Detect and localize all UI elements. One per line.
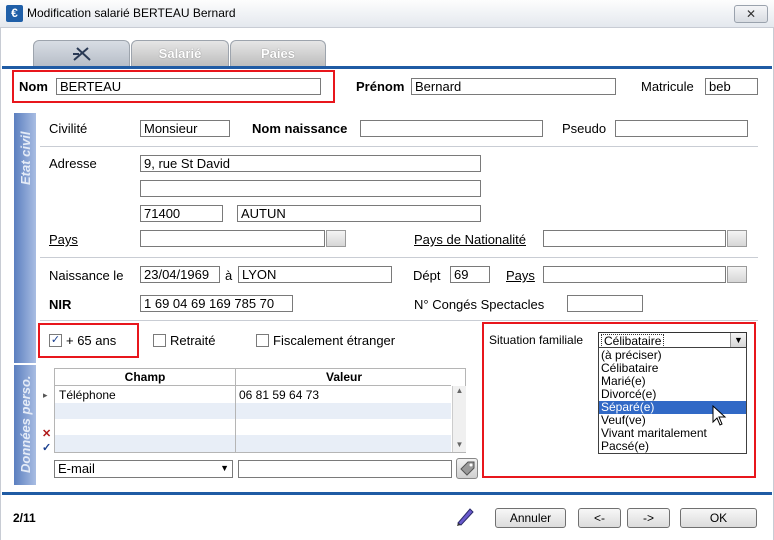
previous-button[interactable]: <-: [578, 508, 621, 528]
matricule-label: Matricule: [641, 79, 694, 94]
table-row[interactable]: [55, 403, 235, 419]
adresse-label: Adresse: [49, 156, 97, 171]
a-label: à: [225, 268, 233, 283]
table-row[interactable]: [55, 435, 235, 452]
plus65-label: + 65 ans: [66, 333, 117, 348]
fiscal-etranger-checkbox[interactable]: [256, 334, 269, 347]
record-counter: 2/11: [13, 511, 36, 525]
situation-dropdown-list[interactable]: (à préciser) Célibataire Marié(e) Divorc…: [598, 347, 747, 454]
nom-label: Nom: [19, 79, 48, 94]
prenom-field[interactable]: Bernard: [411, 78, 616, 95]
ville-field[interactable]: AUTUN: [237, 205, 481, 222]
situation-selected-value: Célibataire: [601, 334, 665, 348]
grid-header-valeur[interactable]: Valeur: [236, 370, 452, 384]
adresse-line2-field[interactable]: [140, 180, 481, 197]
grid-cell-champ[interactable]: Téléphone: [59, 388, 116, 402]
conges-spectacles-label: N° Congés Spectacles: [414, 297, 545, 312]
dept-label: Dépt: [413, 268, 441, 283]
adresse-line1-field[interactable]: 9, rue St David: [140, 155, 481, 172]
plus65-checkbox[interactable]: ✓: [49, 334, 62, 347]
chevron-down-icon[interactable]: ▼: [730, 333, 746, 347]
dept-field[interactable]: 69: [450, 266, 490, 283]
donnees-sidebar: Données perso.: [14, 365, 36, 485]
nom-field[interactable]: BERTEAU: [56, 78, 321, 95]
pen-icon[interactable]: [454, 505, 476, 527]
tab-salarie[interactable]: Salarié: [131, 40, 229, 66]
donnees-grid[interactable]: Champ Valeur Téléphone 06 81 59 64 73 ▲ …: [54, 368, 466, 453]
divider: [40, 146, 758, 147]
dropdown-option[interactable]: Pacsé(e): [599, 440, 746, 453]
pays-lookup-button[interactable]: [326, 230, 346, 247]
civilite-field[interactable]: Monsieur: [140, 120, 230, 137]
pseudo-field[interactable]: [615, 120, 748, 137]
naissance-date-field[interactable]: 23/04/1969: [140, 266, 220, 283]
situation-select[interactable]: Célibataire ▼: [598, 332, 747, 348]
field-type-value: E-mail: [58, 461, 95, 476]
table-row[interactable]: [55, 419, 235, 435]
fiscal-etranger-label: Fiscalement étranger: [273, 333, 396, 348]
nir-label: NIR: [49, 297, 72, 312]
civilite-label: Civilité: [49, 121, 88, 136]
tab-tools[interactable]: [33, 40, 130, 66]
pays-nationalite-link[interactable]: Pays de Nationalité: [414, 232, 526, 247]
tab-paies[interactable]: Paies: [230, 40, 326, 66]
field-type-select[interactable]: E-mail ▼: [54, 460, 233, 478]
grid-scrollbar[interactable]: ▲ ▼: [452, 386, 466, 452]
chevron-down-icon: ▼: [220, 463, 229, 473]
prenom-label: Prénom: [356, 79, 405, 94]
grid-cell-valeur[interactable]: 06 81 59 64 73: [239, 388, 319, 402]
conges-spectacles-field[interactable]: [567, 295, 643, 312]
pseudo-label: Pseudo: [562, 121, 607, 136]
table-row[interactable]: Téléphone 06 81 59 64 73: [55, 386, 451, 403]
grid-header-champ[interactable]: Champ: [55, 370, 235, 384]
close-button[interactable]: ✕: [734, 5, 768, 23]
next-button[interactable]: ->: [627, 508, 670, 528]
field-value-input[interactable]: [238, 460, 452, 478]
divider: [40, 257, 758, 258]
pays-naissance-lookup-button[interactable]: [727, 266, 747, 283]
nom-naissance-label: Nom naissance: [252, 121, 348, 136]
nir-field[interactable]: 1 69 04 69 169 785 70: [140, 295, 293, 312]
ok-button[interactable]: OK: [680, 508, 757, 528]
naissance-lieu-field[interactable]: LYON: [238, 266, 392, 283]
nom-naissance-field[interactable]: [360, 120, 543, 137]
etat-civil-sidebar: Etat civil: [14, 113, 36, 363]
mouse-cursor-icon: [712, 405, 727, 426]
footer-divider: [2, 492, 772, 495]
code-postal-field[interactable]: 71400: [140, 205, 223, 222]
pays-nationalite-lookup-button[interactable]: [727, 230, 747, 247]
tool-icon: [72, 47, 91, 61]
validate-row-icon[interactable]: ✓: [42, 441, 51, 454]
divider: [40, 320, 758, 321]
title-bar[interactable]: € Modification salarié BERTEAU Bernard ✕: [0, 0, 774, 28]
retraite-label: Retraité: [170, 333, 216, 348]
pays-naissance-field[interactable]: [543, 266, 726, 283]
donnees-title: Données perso.: [18, 375, 33, 473]
app-icon: €: [6, 5, 23, 22]
delete-row-icon[interactable]: ✕: [42, 427, 51, 440]
add-field-button[interactable]: [456, 458, 478, 479]
current-row-marker-icon: ▸: [43, 390, 48, 400]
pays-field[interactable]: [140, 230, 325, 247]
tab-underline: [2, 66, 772, 69]
naissance-label: Naissance le: [49, 268, 124, 283]
pays-link[interactable]: Pays: [49, 232, 78, 247]
pays-naissance-link[interactable]: Pays: [506, 268, 535, 283]
etat-civil-title: Etat civil: [18, 131, 33, 185]
window-title: Modification salarié BERTEAU Bernard: [27, 6, 236, 20]
matricule-field[interactable]: beb: [705, 78, 758, 95]
tag-icon: [460, 461, 475, 476]
situation-label: Situation familiale: [489, 333, 584, 347]
pays-nationalite-field[interactable]: [543, 230, 726, 247]
annuler-button[interactable]: Annuler: [495, 508, 566, 528]
retraite-checkbox[interactable]: [153, 334, 166, 347]
